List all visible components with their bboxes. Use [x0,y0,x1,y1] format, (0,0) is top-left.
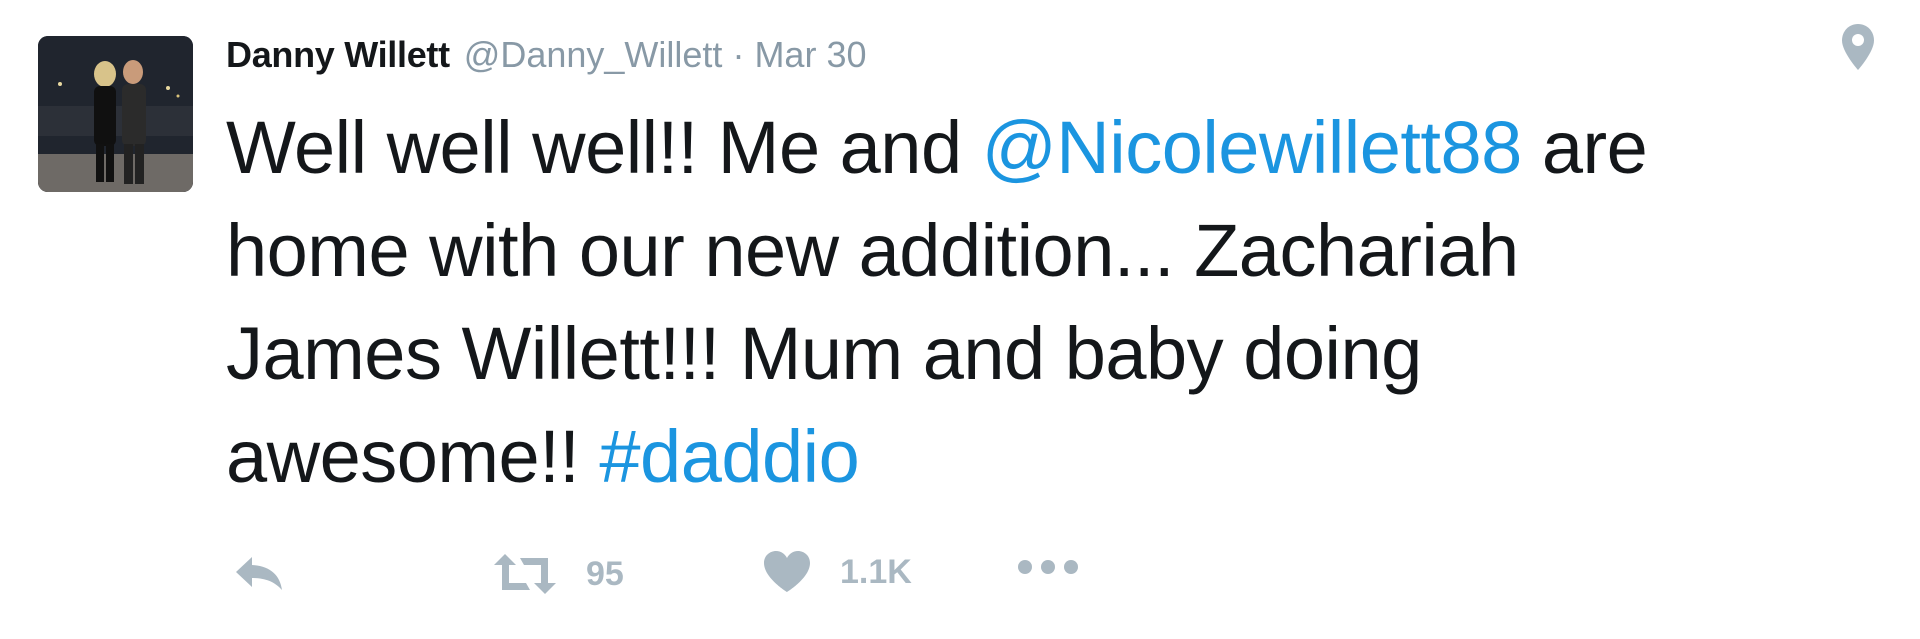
tweet-date[interactable]: Mar 30 [754,34,866,76]
mention-link[interactable]: @Nicolewillett88 [982,106,1523,189]
tweet-text-segment: are [1521,106,1648,189]
avatar-photo [38,36,193,192]
tweet-card: Danny Willett @Danny_Willett · Mar 30 We… [0,0,1920,639]
tweet-text-segment: James Willett!!! Mum and baby doing [226,312,1422,395]
location-pin-icon[interactable] [1840,22,1876,72]
reply-button[interactable] [232,553,286,593]
like-count: 1.1K [840,552,912,591]
retweet-icon [494,554,556,594]
reply-icon [236,557,282,590]
tweet-text: Well well well!! Me and @Nicolewillett88… [226,96,1866,508]
like-button[interactable]: 1.1K [762,550,912,594]
more-button[interactable] [1016,557,1080,577]
hashtag-link[interactable]: #daddio [599,415,859,498]
tweet-text-segment: home with our new addition... Zachariah [226,209,1519,292]
tweet-actions: 95 1.1K [226,545,1078,601]
header-separator: · [732,34,745,75]
tweet-text-segment: awesome!! [226,415,600,498]
avatar[interactable] [38,36,193,192]
retweet-button[interactable]: 95 [492,553,624,595]
author-name[interactable]: Danny Willett [226,34,450,76]
author-handle[interactable]: @Danny_Willett [464,34,723,76]
heart-icon [764,551,810,592]
tweet-text-segment: Well well well!! Me and [226,106,982,189]
tweet-header: Danny Willett @Danny_Willett · Mar 30 [226,34,866,86]
retweet-count: 95 [586,554,624,593]
more-dots-icon [1018,560,1078,574]
